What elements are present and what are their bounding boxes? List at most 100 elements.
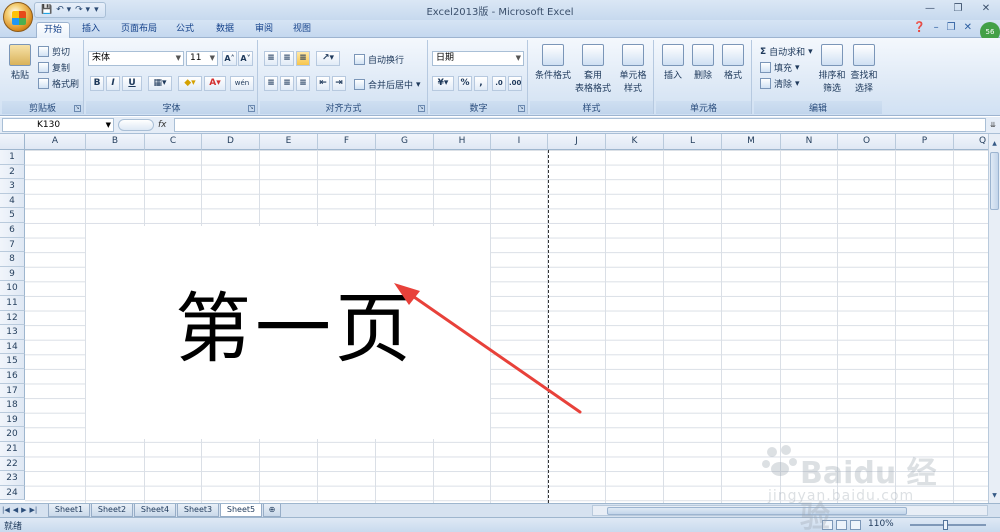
vertical-scroll-thumb[interactable] [990,152,999,210]
column-header-a[interactable]: A [25,134,86,150]
restore-workbook-icon[interactable]: ❐ [947,22,956,33]
number-format-select[interactable]: 日期 ▼ [432,51,524,66]
row-header-4[interactable]: 4 [0,193,25,209]
row-header-23[interactable]: 23 [0,471,25,486]
redo-icon[interactable]: ↷ ▾ [75,5,90,15]
fill-color-button[interactable]: ◆▾ [178,76,202,91]
tab-page-layout[interactable]: 页面布局 [114,22,164,38]
column-header-f[interactable]: F [318,134,376,150]
grow-font-button[interactable]: A˄ [222,51,237,66]
alignment-launcher-icon[interactable]: ↘ [418,105,425,112]
column-header-j[interactable]: J [548,134,606,150]
row-header-24[interactable]: 24 [0,485,25,501]
select-all-button[interactable] [0,134,25,150]
column-header-i[interactable]: I [491,134,548,150]
number-launcher-icon[interactable]: ↘ [518,105,525,112]
sort-filter-button[interactable]: 排序和 筛选 [816,44,848,94]
row-header-13[interactable]: 13 [0,325,25,340]
row-header-15[interactable]: 15 [0,354,25,369]
minimize-ribbon-icon[interactable]: – [934,22,939,33]
row-header-21[interactable]: 21 [0,442,25,457]
font-color-button[interactable]: A▾ [204,76,226,91]
column-header-b[interactable]: B [86,134,145,150]
tab-view[interactable]: 视图 [287,22,317,38]
help-icon[interactable]: ❓ [913,22,925,33]
cell-styles-button[interactable]: 单元格 样式 [614,44,652,94]
scroll-up-icon[interactable]: ▲ [989,138,1000,149]
format-as-table-button[interactable]: 套用 表格格式 [574,44,612,94]
phonetic-button[interactable]: wén [230,76,254,91]
decrease-decimal-icon[interactable]: .00 [508,76,522,91]
row-header-10[interactable]: 10 [0,281,25,296]
sheet-tab-sheet1[interactable]: Sheet1 [48,504,90,517]
name-box[interactable]: K130 ▼ [2,118,114,132]
align-middle-icon[interactable]: ≡ [280,51,294,66]
row-header-18[interactable]: 18 [0,398,25,413]
scroll-down-icon[interactable]: ▼ [989,490,1000,501]
tab-data[interactable]: 数据 [210,22,240,38]
last-sheet-icon[interactable]: ▶| [30,504,38,517]
align-right-icon[interactable]: ≡ [296,76,310,91]
formula-splitter[interactable] [118,119,154,131]
align-left-icon[interactable]: ≡ [264,76,278,91]
font-launcher-icon[interactable]: ↘ [248,105,255,112]
currency-button[interactable]: ¥▾ [432,76,454,91]
row-header-9[interactable]: 9 [0,266,25,282]
align-bottom-icon[interactable]: ≡ [296,51,310,66]
column-header-l[interactable]: L [664,134,722,150]
comma-button[interactable]: , [474,76,488,91]
sheet-tab-sheet4[interactable]: Sheet4 [134,504,176,517]
column-header-e[interactable]: E [260,134,318,150]
row-header-6[interactable]: 6 [0,223,25,238]
wrap-text-button[interactable]: 自动换行 [354,53,404,66]
format-painter-button[interactable]: 格式刷 [38,77,79,90]
row-header-8[interactable]: 8 [0,252,25,267]
italic-button[interactable]: I [106,76,120,91]
sheet-tab-sheet3[interactable]: Sheet3 [177,504,219,517]
conditional-format-button[interactable]: 条件格式 [534,44,572,81]
font-name-select[interactable]: 宋体 ▼ [88,51,184,66]
restore-button[interactable]: ❐ [944,0,972,18]
tab-formulas[interactable]: 公式 [170,22,200,38]
paste-button[interactable]: 粘贴 [6,44,34,81]
align-center-icon[interactable]: ≡ [280,76,294,91]
sheet-tab-sheet2[interactable]: Sheet2 [91,504,133,517]
decrease-indent-icon[interactable]: ⇤ [316,76,330,91]
fill-button[interactable]: 填充 ▾ [760,61,800,74]
percent-button[interactable]: % [458,76,472,91]
column-header-q[interactable]: Q [954,134,988,150]
underline-button[interactable]: U [122,76,142,91]
prev-sheet-icon[interactable]: ◀ [13,504,18,517]
align-top-icon[interactable]: ≡ [264,51,278,66]
column-header-c[interactable]: C [145,134,202,150]
clear-button[interactable]: 清除 ▾ [760,77,800,90]
row-header-14[interactable]: 14 [0,339,25,355]
insert-cells-button[interactable]: 插入 [658,44,688,81]
row-header-17[interactable]: 17 [0,383,25,399]
merge-center-button[interactable]: 合并后居中 ▾ [354,78,421,91]
increase-decimal-icon[interactable]: .0 [492,76,506,91]
row-header-22[interactable]: 22 [0,456,25,472]
orientation-icon[interactable]: ↗▾ [316,51,340,66]
cut-button[interactable]: 剪切 [38,45,70,58]
tab-insert[interactable]: 插入 [76,22,106,38]
column-header-p[interactable]: P [896,134,954,150]
first-sheet-icon[interactable]: |◀ [2,504,10,517]
autosum-button[interactable]: Σ 自动求和 ▾ [760,45,813,59]
close-button[interactable]: ✕ [972,0,1000,18]
row-header-20[interactable]: 20 [0,427,25,442]
row-header-7[interactable]: 7 [0,237,25,253]
font-size-select[interactable]: 11 ▼ [186,51,218,66]
border-button[interactable]: ▦▾ [148,76,172,91]
undo-icon[interactable]: ↶ ▾ [56,5,71,15]
insert-sheet-icon[interactable]: ⊕ [263,504,281,517]
copy-button[interactable]: 复制 [38,61,70,74]
vertical-scrollbar[interactable]: ▲ ▼ [988,134,1000,503]
row-header-19[interactable]: 19 [0,412,25,428]
sheet-tab-sheet5[interactable]: Sheet5 [220,504,262,517]
column-header-o[interactable]: O [838,134,896,150]
column-header-m[interactable]: M [722,134,781,150]
row-header-11[interactable]: 11 [0,296,25,311]
clipboard-launcher-icon[interactable]: ↘ [74,105,81,112]
column-header-d[interactable]: D [202,134,260,150]
